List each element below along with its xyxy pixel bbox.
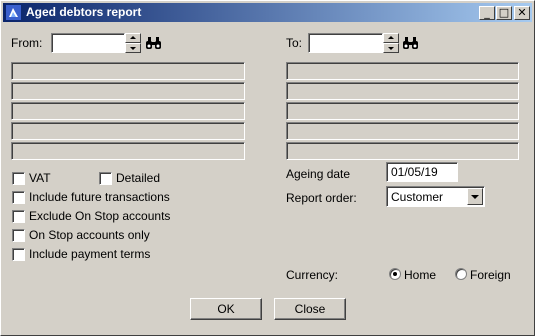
report-order-value: Customer <box>391 190 444 204</box>
detailed-label[interactable]: Detailed <box>116 171 160 185</box>
from-detail-row <box>11 62 245 80</box>
currency-label: Currency: <box>286 268 339 282</box>
to-detail-row <box>286 62 519 80</box>
include-future-transactions-label[interactable]: Include future transactions <box>29 190 170 204</box>
to-field[interactable] <box>308 33 383 53</box>
vat-checkbox[interactable] <box>12 172 25 185</box>
report-order-dropdown[interactable]: Customer <box>386 186 485 207</box>
currency-home-label[interactable]: Home <box>404 268 436 282</box>
from-spin-up[interactable] <box>125 33 141 43</box>
to-label: To: <box>286 36 303 50</box>
detailed-checkbox[interactable] <box>99 172 112 185</box>
from-search-binoculars-icon[interactable] <box>145 37 162 50</box>
include-payment-terms-checkbox[interactable] <box>12 248 25 261</box>
ageing-date-label: Ageing date <box>286 167 351 181</box>
from-detail-row <box>11 82 245 100</box>
include-payment-terms-label[interactable]: Include payment terms <box>29 247 150 261</box>
on-stop-only-checkbox[interactable] <box>12 229 25 242</box>
close-window-button[interactable]: ✕ <box>514 6 530 20</box>
include-future-transactions-checkbox[interactable] <box>12 191 25 204</box>
maximize-button[interactable]: □ <box>496 6 512 20</box>
ageing-date-field[interactable]: 01/05/19 <box>386 162 458 182</box>
aged-debtors-dialog: Aged debtors report _ □ ✕ From: To: VAT … <box>0 0 535 336</box>
from-field[interactable] <box>51 33 125 53</box>
to-spin-up[interactable] <box>383 33 399 43</box>
close-button[interactable]: Close <box>274 298 346 320</box>
ok-button[interactable]: OK <box>190 298 262 320</box>
from-spin-down[interactable] <box>125 43 141 53</box>
currency-foreign-label[interactable]: Foreign <box>470 268 511 282</box>
to-detail-row <box>286 142 519 160</box>
from-detail-row <box>11 102 245 120</box>
to-spin-down[interactable] <box>383 43 399 53</box>
from-detail-row <box>11 122 245 140</box>
currency-home-radio[interactable] <box>389 268 401 280</box>
title-bar[interactable]: Aged debtors report _ □ ✕ <box>3 3 532 22</box>
report-order-label: Report order: <box>286 191 357 205</box>
window-title: Aged debtors report <box>26 5 142 19</box>
on-stop-only-label[interactable]: On Stop accounts only <box>29 228 150 242</box>
from-label: From: <box>11 36 43 50</box>
minimize-button[interactable]: _ <box>479 6 495 20</box>
exclude-on-stop-label[interactable]: Exclude On Stop accounts <box>29 209 170 223</box>
to-spinner[interactable] <box>383 33 399 53</box>
vat-label[interactable]: VAT <box>29 171 51 185</box>
exclude-on-stop-checkbox[interactable] <box>12 210 25 223</box>
from-detail-row <box>11 142 245 160</box>
currency-foreign-radio[interactable] <box>455 268 467 280</box>
dropdown-arrow-icon[interactable] <box>467 188 483 205</box>
to-detail-row <box>286 82 519 100</box>
to-detail-row <box>286 122 519 140</box>
to-search-binoculars-icon[interactable] <box>402 37 419 50</box>
to-detail-row <box>286 102 519 120</box>
app-icon <box>6 5 21 20</box>
from-spinner[interactable] <box>125 33 141 53</box>
